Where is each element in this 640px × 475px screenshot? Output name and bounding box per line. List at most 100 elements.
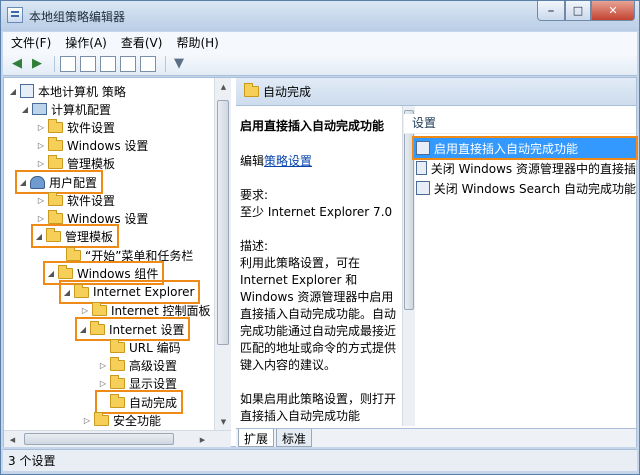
toolbar-separator <box>165 55 166 72</box>
tree-item-local-policy[interactable]: ◢ 本地计算机 策略 <box>8 82 126 100</box>
details-header: 自动完成 <box>236 78 636 106</box>
tree-item-label: “开始”菜单和任务栏 <box>85 248 194 263</box>
folder-icon <box>46 227 61 242</box>
scroll-down-icon[interactable]: ▼ <box>215 413 232 430</box>
setting-item-disable-explorer-inline[interactable]: 关闭 Windows 资源管理器中的直接插 <box>414 158 636 178</box>
expand-arrow-icon[interactable]: ▷ <box>36 141 46 150</box>
tree-item-security-features[interactable]: ▷ 安全功能 <box>82 411 161 429</box>
back-icon[interactable]: ◀ <box>9 56 25 72</box>
menu-view[interactable]: 查看(V) <box>121 34 163 51</box>
tree-item-label: Windows 设置 <box>67 211 149 226</box>
expand-arrow-icon[interactable]: ▷ <box>36 214 46 223</box>
tree-item-internet-explorer[interactable]: ◢ Internet Explorer <box>58 280 201 304</box>
setting-label: 启用直接插入自动完成功能 <box>434 141 579 156</box>
tree-item-software-settings[interactable]: ▷ 软件设置 <box>36 191 115 209</box>
policy-title: 启用直接插入自动完成功能 <box>240 119 385 133</box>
menu-bar: 文件(F) 操作(A) 查看(V) 帮助(H) <box>3 32 637 52</box>
tree-item-label: Internet 设置 <box>109 322 185 337</box>
tree-item-label: Internet 控制面板 <box>111 303 211 318</box>
folder-icon <box>110 393 125 408</box>
title-bar[interactable]: 本地组策略编辑器 ⎯ □ ✕ <box>1 1 639 31</box>
tab-standard[interactable]: 标准 <box>276 429 313 447</box>
tree-item-label: 自动完成 <box>129 395 178 410</box>
tree-item-user-config[interactable]: ◢ 用户配置 <box>14 170 104 194</box>
folder-icon <box>92 301 107 316</box>
status-text: 3 个设置 <box>8 454 56 468</box>
folder-icon <box>48 209 63 224</box>
tree-item-start-menu[interactable]: “开始”菜单和任务栏 <box>54 246 193 264</box>
maximize-button[interactable]: □ <box>565 1 591 21</box>
policy-icon <box>20 84 34 98</box>
expand-arrow-icon[interactable]: ▷ <box>98 379 108 388</box>
scroll-thumb[interactable] <box>24 433 174 445</box>
expand-arrow-icon[interactable]: ▷ <box>82 416 92 425</box>
menu-file[interactable]: 文件(F) <box>11 34 51 51</box>
expand-arrow-icon[interactable]: ▷ <box>98 361 108 370</box>
tab-extended[interactable]: 扩展 <box>238 429 275 447</box>
up-folder-icon[interactable] <box>60 55 76 72</box>
description-text: 利用此策略设置，可在 Internet Explorer 和 Windows 资… <box>240 256 397 372</box>
settings-column-header[interactable]: 设置 <box>404 114 636 134</box>
collapse-arrow-icon[interactable]: ◢ <box>46 269 56 278</box>
policy-tree: ◢ 本地计算机 策略 ◢ 计算机配置 ▷ 软件设置 ▷ Windows 设置 ▷ <box>8 80 213 430</box>
policy-setting-icon <box>416 181 430 195</box>
scroll-right-icon[interactable]: ▶ <box>194 431 211 448</box>
filter-icon[interactable]: ▼ <box>171 56 187 72</box>
scroll-up-icon[interactable]: ▲ <box>215 78 232 95</box>
tree-item-internet-control-panel[interactable]: ▷ Internet 控制面板 <box>80 301 210 319</box>
collapse-arrow-icon[interactable]: ◢ <box>78 325 88 334</box>
collapse-arrow-icon[interactable]: ◢ <box>8 87 18 96</box>
folder-icon <box>244 83 259 97</box>
menu-help[interactable]: 帮助(H) <box>176 34 218 51</box>
scroll-thumb[interactable] <box>217 100 229 345</box>
collapse-arrow-icon[interactable]: ◢ <box>62 288 72 297</box>
tree-item-windows-components[interactable]: ◢ Windows 组件 <box>42 261 165 285</box>
expand-arrow-icon[interactable]: ▷ <box>36 196 46 205</box>
help-icon[interactable] <box>120 55 136 72</box>
tree-item-internet-settings[interactable]: ◢ Internet 设置 <box>74 317 191 341</box>
computer-icon <box>32 103 47 115</box>
export-list-icon[interactable] <box>100 55 116 72</box>
expand-arrow-icon[interactable]: ▷ <box>80 306 90 315</box>
tree-item-software-settings[interactable]: ▷ 软件设置 <box>36 118 115 136</box>
tree-item-computer-config[interactable]: ◢ 计算机配置 <box>20 100 111 118</box>
tree-vertical-scrollbar[interactable]: ▲ ▼ <box>214 78 231 430</box>
tree-item-autocomplete[interactable]: 自动完成 <box>94 390 184 414</box>
tree-item-url-encoding[interactable]: URL 编码 <box>98 338 181 356</box>
tree-horizontal-scrollbar[interactable]: ◀ ▶ <box>4 430 231 447</box>
collapse-arrow-icon[interactable]: ◢ <box>20 105 30 114</box>
collapse-arrow-icon[interactable]: ◢ <box>18 178 28 187</box>
description-pane: 启用直接插入自动完成功能 编辑策略设置 要求: 至少 Internet Expl… <box>236 110 402 426</box>
caption-buttons: ⎯ □ ✕ <box>537 1 635 21</box>
scroll-left-icon[interactable]: ◀ <box>4 431 21 448</box>
properties-icon[interactable] <box>140 55 156 72</box>
policy-setting-icon <box>416 141 430 155</box>
show-hide-tree-icon[interactable] <box>80 55 96 72</box>
forward-icon[interactable]: ▶ <box>29 56 45 72</box>
minimize-button[interactable]: ⎯ <box>537 1 565 21</box>
expand-arrow-icon[interactable]: ▷ <box>36 159 46 168</box>
scroll-thumb[interactable] <box>404 110 414 310</box>
edit-policy-link[interactable]: 策略设置 <box>264 154 312 168</box>
setting-label: 关闭 Windows Search 自动完成功能 <box>433 181 636 196</box>
setting-item-disable-search-autocomplete[interactable]: 关闭 Windows Search 自动完成功能 <box>414 178 636 198</box>
tree-item-windows-settings[interactable]: ▷ Windows 设置 <box>36 136 148 154</box>
tree-item-admin-templates[interactable]: ◢ 管理模板 <box>30 224 120 248</box>
folder-icon <box>48 118 63 133</box>
setting-item-enable-inline-autocomplete[interactable]: 启用直接插入自动完成功能 <box>412 136 638 160</box>
tree-item-advanced-settings[interactable]: ▷ 高级设置 <box>98 356 177 374</box>
tree-item-label: 软件设置 <box>67 120 116 135</box>
menu-action[interactable]: 操作(A) <box>65 34 107 51</box>
tree-item-admin-templates[interactable]: ▷ 管理模板 <box>36 154 115 172</box>
collapse-arrow-icon[interactable]: ◢ <box>34 232 44 241</box>
user-icon <box>30 175 45 189</box>
tree-item-windows-settings[interactable]: ▷ Windows 设置 <box>36 209 148 227</box>
edit-prefix: 编辑 <box>240 154 265 168</box>
toolbar: ◀ ▶ ▼ <box>3 52 637 76</box>
folder-icon <box>90 320 105 335</box>
edit-line: 编辑策略设置 <box>240 153 398 170</box>
gpedit-app-icon <box>7 7 23 23</box>
tree-item-display-settings[interactable]: ▷ 显示设置 <box>98 374 177 392</box>
close-button[interactable]: ✕ <box>591 1 635 21</box>
expand-arrow-icon[interactable]: ▷ <box>36 123 46 132</box>
